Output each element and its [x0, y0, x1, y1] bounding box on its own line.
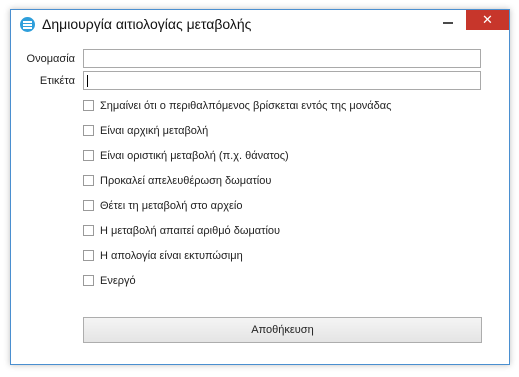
checkbox-label: Είναι οριστική μεταβολή (π.χ. θάνατος)	[100, 149, 289, 162]
checkbox-box[interactable]	[83, 100, 94, 111]
checkbox-label: Θέτει τη μεταβολή στο αρχείο	[100, 199, 243, 212]
checkbox-box[interactable]	[83, 175, 94, 186]
save-button[interactable]: Αποθήκευση	[83, 317, 482, 343]
checkbox-label: Σημαίνει ότι ο περιθαλπόμενος βρίσκεται …	[100, 99, 392, 112]
checkbox-printable[interactable]: Η απολογία είναι εκτυπώσιμη	[83, 248, 243, 263]
minimize-button[interactable]	[435, 10, 461, 30]
checkbox-label: Είναι αρχική μεταβολή	[100, 124, 209, 137]
name-label: Ονομασία	[26, 53, 75, 65]
close-icon: ✕	[482, 12, 493, 27]
checkbox-label: Προκαλεί απελευθέρωση δωματίου	[100, 174, 272, 187]
app-icon	[20, 17, 35, 32]
name-input[interactable]	[83, 49, 481, 68]
checkbox-final[interactable]: Είναι οριστική μεταβολή (π.χ. θάνατος)	[83, 148, 289, 163]
tag-input[interactable]	[83, 71, 481, 90]
checkbox-label: Ενεργό	[100, 274, 136, 287]
checkbox-initial[interactable]: Είναι αρχική μεταβολή	[83, 123, 208, 138]
checkbox-box[interactable]	[83, 125, 94, 136]
dialog-window: Δημιουργία αιτιολογίας μεταβολής ✕ Ονομα…	[10, 9, 510, 365]
checkbox-release-room[interactable]: Προκαλεί απελευθέρωση δωματίου	[83, 173, 271, 188]
checkbox-in-unit[interactable]: Σημαίνει ότι ο περιθαλπόμενος βρίσκεται …	[83, 98, 391, 113]
close-button[interactable]: ✕	[466, 10, 509, 30]
checkbox-box[interactable]	[83, 225, 94, 236]
checkbox-box[interactable]	[83, 150, 94, 161]
title-bar: Δημιουργία αιτιολογίας μεταβολής ✕	[11, 10, 509, 38]
checkbox-box[interactable]	[83, 200, 94, 211]
checkbox-active[interactable]: Ενεργό	[83, 273, 136, 288]
text-caret	[87, 75, 88, 87]
window-title: Δημιουργία αιτιολογίας μεταβολής	[42, 16, 252, 32]
checkbox-box[interactable]	[83, 275, 94, 286]
checkbox-label: Η απολογία είναι εκτυπώσιμη	[100, 249, 243, 262]
checkbox-label: Η μεταβολή απαιτεί αριθμό δωματίου	[100, 224, 281, 237]
checkbox-box[interactable]	[83, 250, 94, 261]
checkbox-archive[interactable]: Θέτει τη μεταβολή στο αρχείο	[83, 198, 242, 213]
checkbox-room-number[interactable]: Η μεταβολή απαιτεί αριθμό δωματίου	[83, 223, 280, 238]
tag-label: Ετικέτα	[39, 75, 75, 87]
